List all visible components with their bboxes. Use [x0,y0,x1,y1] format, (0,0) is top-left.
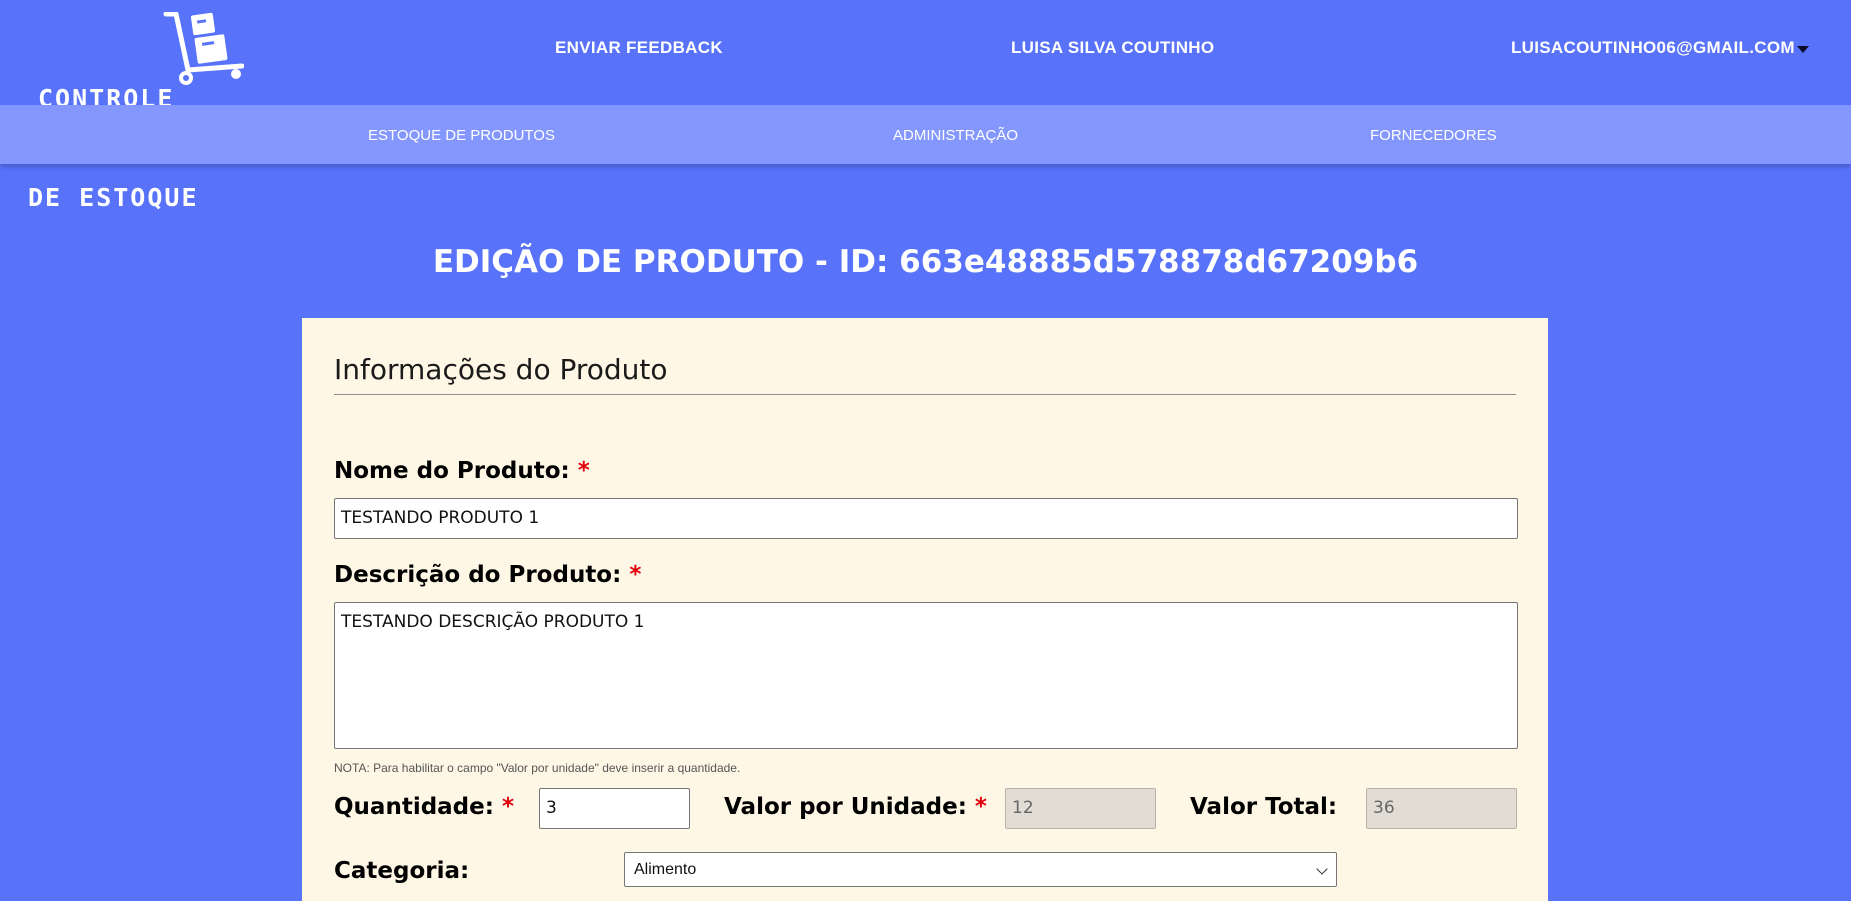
required-mark: * [629,562,642,588]
product-name-label-text: Nome do Produto: [334,458,570,484]
category-select[interactable]: Alimento [624,852,1337,887]
total-value-label: Valor Total: [1190,794,1338,820]
caret-down-icon[interactable] [1797,46,1809,53]
section-title: Informações do Produto [334,353,668,386]
product-description-textarea[interactable]: TESTANDO DESCRIÇÃO PRODUTO 1 [334,602,1518,749]
required-mark: * [577,458,590,484]
nav-item-estoque[interactable]: ESTOQUE DE PRODUTOS [368,127,555,144]
quantity-label: Quantidade: * [334,794,514,820]
total-value-input: 36 [1366,788,1517,829]
section-divider [334,394,1516,395]
required-mark: * [974,794,987,820]
category-selected-value: Alimento [634,861,697,878]
required-mark: * [501,794,514,820]
product-form-card: Informações do Produto Nome do Produto: … [302,318,1548,901]
chevron-down-icon [1316,863,1328,875]
category-label: Categoria: [334,858,470,884]
nav-item-fornecedores[interactable]: FORNECEDORES [1370,127,1497,144]
quantity-input[interactable]: 3 [539,788,690,829]
nav-item-administracao[interactable]: ADMINISTRAÇÃO [893,127,1018,144]
product-description-label-text: Descrição do Produto: [334,562,622,588]
unit-value-label: Valor por Unidade: * [724,794,987,820]
hand-truck-boxes-icon [163,12,244,85]
product-name-input[interactable]: TESTANDO PRODUTO 1 [334,498,1518,539]
product-name-label: Nome do Produto: * [334,458,590,484]
unit-value-input: 12 [1005,788,1156,829]
product-description-label: Descrição do Produto: * [334,562,641,588]
unit-value-note: NOTA: Para habilitar o campo "Valor por … [334,761,741,775]
user-email-menu[interactable]: LUISACOUTINHO06@GMAIL.COM [1511,38,1795,58]
unit-value-label-text: Valor por Unidade: [724,794,967,820]
send-feedback-link[interactable]: ENVIAR FEEDBACK [555,38,723,58]
top-header: CONTROLE DE ESTOQUE ENVIAR FEEDBACK LUIS… [0,0,1851,212]
main-nav: ESTOQUE DE PRODUTOS ADMINISTRAÇÃO FORNEC… [0,105,1851,164]
quantity-label-text: Quantidade: [334,794,494,820]
logo[interactable]: CONTROLE DE ESTOQUE [28,12,244,212]
logo-line-2: DE ESTOQUE [28,183,199,212]
user-name: LUISA SILVA COUTINHO [1011,38,1215,57]
page-title: EDIÇÃO DE PRODUTO - ID: 663e48885d578878… [432,244,1419,280]
